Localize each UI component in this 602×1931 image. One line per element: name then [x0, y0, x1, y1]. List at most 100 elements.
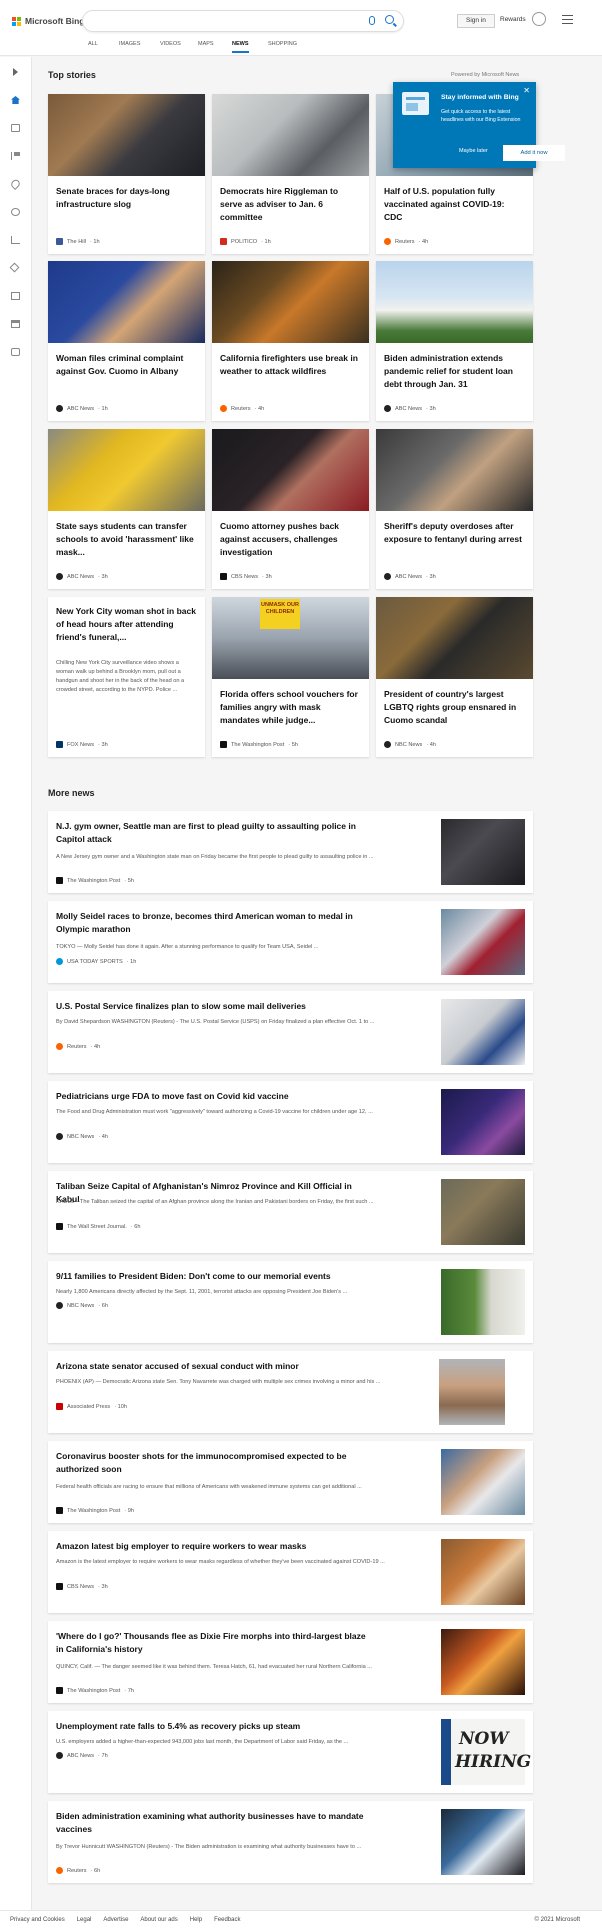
business-chart-icon[interactable]	[11, 236, 20, 244]
abc-news-logo-icon	[384, 573, 391, 580]
privacy-link[interactable]: Privacy and Cookies	[10, 1917, 65, 1923]
news-description: Amazon is the latest employer to require…	[56, 1559, 385, 1565]
tab-maps[interactable]: MAPS	[198, 41, 214, 51]
news-row[interactable]: 9/11 families to President Biden: Don't …	[48, 1261, 533, 1343]
story-title: Senate braces for days-long infrastructu…	[56, 186, 170, 209]
help-link[interactable]: Help	[190, 1917, 202, 1923]
news-row[interactable]: Coronavirus booster shots for the immuno…	[48, 1441, 533, 1523]
news-row[interactable]: U.S. Postal Service finalizes plan to sl…	[48, 991, 533, 1073]
news-row[interactable]: Biden administration examining what auth…	[48, 1801, 533, 1883]
reuters-logo-icon	[56, 1867, 63, 1874]
tab-shopping[interactable]: SHOPPING	[268, 41, 297, 51]
story-image	[212, 429, 369, 511]
usa-today-logo-icon	[56, 958, 63, 965]
microphone-icon[interactable]	[369, 16, 375, 25]
bing-logo[interactable]: Microsoft Bing	[12, 16, 85, 26]
news-description: KABUL—The Taliban seized the capital of …	[56, 1199, 374, 1205]
flag-icon[interactable]	[11, 152, 20, 160]
news-image	[441, 1809, 525, 1875]
story-card[interactable]: New York City woman shot in back of head…	[48, 597, 205, 757]
location-icon[interactable]	[9, 177, 22, 191]
news-title: N.J. gym owner, Seattle man are first to…	[56, 821, 356, 844]
search-input[interactable]	[82, 10, 404, 32]
search-icon[interactable]	[385, 15, 394, 24]
story-image	[48, 94, 205, 176]
story-card[interactable]: Senate braces for days-long infrastructu…	[48, 94, 205, 254]
story-card[interactable]: UNMASK OUR CHILDREN Florida offers schoo…	[212, 597, 369, 757]
advertise-link[interactable]: Advertise	[103, 1917, 128, 1923]
cbs-news-logo-icon	[56, 1583, 63, 1590]
story-card[interactable]: State says students can transfer schools…	[48, 429, 205, 589]
story-card[interactable]: Cuomo attorney pushes back against accus…	[212, 429, 369, 589]
expand-sidebar-icon[interactable]	[13, 68, 18, 76]
story-card[interactable]: Woman files criminal complaint against G…	[48, 261, 205, 421]
news-image	[441, 1089, 525, 1155]
nbc-news-logo-icon	[56, 1302, 63, 1309]
close-icon[interactable]: ✕	[523, 86, 530, 95]
news-row[interactable]: Molly Seidel races to bronze, becomes th…	[48, 901, 533, 983]
news-row[interactable]: Taliban Seize Capital of Afghanistan's N…	[48, 1171, 533, 1253]
story-source: ABC News · 3h	[384, 573, 436, 580]
news-source: The Washington Post · 9h	[56, 1507, 134, 1514]
news-row[interactable]: N.J. gym owner, Seattle man are first to…	[48, 811, 533, 893]
sign-in-button[interactable]: Sign in	[457, 14, 495, 28]
rewards-link[interactable]: Rewards	[500, 16, 526, 23]
home-icon[interactable]	[11, 96, 20, 104]
the-hill-logo-icon	[56, 238, 63, 245]
news-description: By David Shepardson WASHINGTON (Reuters)…	[56, 1019, 375, 1025]
washington-post-logo-icon	[56, 877, 63, 884]
news-row[interactable]: Amazon latest big employer to require wo…	[48, 1531, 533, 1613]
add-it-now-button[interactable]: Add it now	[503, 145, 565, 161]
reuters-logo-icon	[56, 1043, 63, 1050]
story-image	[48, 429, 205, 511]
tab-all[interactable]: ALL	[88, 41, 98, 51]
story-source: The Washington Post · 5h	[220, 741, 298, 748]
wall-street-journal-logo-icon	[56, 1223, 63, 1230]
sports-icon[interactable]	[11, 348, 20, 356]
story-title: California firefighters use break in wea…	[220, 353, 358, 376]
story-card[interactable]: President of country's largest LGBTQ rig…	[376, 597, 533, 757]
trending-icon[interactable]	[11, 124, 20, 132]
entertainment-icon[interactable]	[11, 292, 20, 300]
fox-news-logo-icon	[56, 741, 63, 748]
news-title: Amazon latest big employer to require wo…	[56, 1541, 307, 1551]
news-image	[441, 1269, 525, 1335]
news-image: NOW HIRING	[441, 1719, 531, 1785]
washington-post-logo-icon	[56, 1507, 63, 1514]
story-title: Sheriff's deputy overdoses after exposur…	[384, 521, 522, 544]
news-image	[441, 1629, 525, 1695]
news-row[interactable]: Pediatricians urge FDA to move fast on C…	[48, 1081, 533, 1163]
politics-icon[interactable]	[11, 320, 20, 328]
story-title: Woman files criminal complaint against G…	[56, 353, 184, 376]
rewards-trophy-icon[interactable]	[532, 12, 546, 26]
bing-extension-popup: ✕ Stay informed with Bing Get quick acce…	[393, 82, 565, 168]
news-image	[441, 1539, 525, 1605]
tab-images[interactable]: IMAGES	[119, 41, 140, 51]
about-ads-link[interactable]: About our ads	[140, 1917, 177, 1923]
news-description: QUINCY, Calif. — The danger seemed like …	[56, 1664, 372, 1670]
news-title: Biden administration examining what auth…	[56, 1811, 364, 1834]
tab-news[interactable]: NEWS	[232, 41, 249, 53]
globe-icon[interactable]	[11, 208, 20, 216]
story-title: New York City woman shot in back of head…	[56, 606, 196, 642]
legal-link[interactable]: Legal	[77, 1917, 92, 1923]
news-source: The Wall Street Journal. · 6h	[56, 1223, 140, 1230]
maybe-later-button[interactable]: Maybe later	[459, 148, 488, 154]
news-row[interactable]: 'Where do I go?' Thousands flee as Dixie…	[48, 1621, 533, 1703]
story-card[interactable]: Sheriff's deputy overdoses after exposur…	[376, 429, 533, 589]
menu-icon[interactable]	[562, 15, 573, 24]
more-news-title: More news	[48, 788, 95, 798]
news-row[interactable]: Unemployment rate falls to 5.4% as recov…	[48, 1711, 533, 1793]
story-card[interactable]: California firefighters use break in wea…	[212, 261, 369, 421]
story-card[interactable]: Democrats hire Riggleman to serve as adv…	[212, 94, 369, 254]
nbc-news-logo-icon	[56, 1133, 63, 1140]
associated-press-logo-icon	[56, 1403, 63, 1410]
story-title: Cuomo attorney pushes back against accus…	[220, 521, 340, 557]
feedback-link[interactable]: Feedback	[214, 1917, 240, 1923]
science-icon[interactable]	[9, 262, 20, 273]
story-card[interactable]: Biden administration extends pandemic re…	[376, 261, 533, 421]
news-row[interactable]: Arizona state senator accused of sexual …	[48, 1351, 533, 1433]
tab-videos[interactable]: VIDEOS	[160, 41, 181, 51]
story-source: ABC News · 3h	[384, 405, 436, 412]
now-hiring-sign-line1: NOW	[459, 1729, 509, 1749]
